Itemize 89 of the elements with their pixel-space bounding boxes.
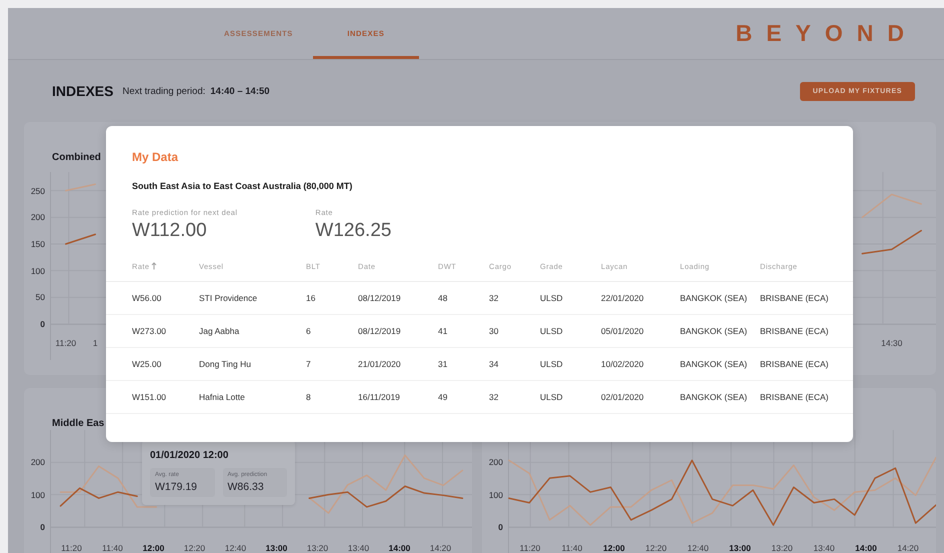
y-axis-label: 100 — [488, 490, 503, 500]
x-axis-label: 14:30 — [881, 338, 902, 348]
table-cell: 49 — [438, 392, 448, 402]
x-axis-label: 12:20 — [645, 543, 667, 553]
table-cell: 8 — [306, 392, 311, 402]
y-axis-label: 50 — [36, 292, 45, 302]
x-axis-label: 13:40 — [813, 543, 835, 553]
table-cell: ULSD — [540, 326, 563, 336]
page-title: INDEXES — [52, 83, 114, 99]
x-axis-label: 11:20 — [520, 543, 540, 553]
stat-value: W126.25 — [315, 220, 392, 242]
y-axis-label: 200 — [30, 212, 45, 222]
table-cell: 02/01/2020 — [601, 392, 644, 402]
x-axis-label: 13:20 — [306, 543, 328, 553]
y-axis-label: 200 — [488, 457, 503, 468]
table-cell: 08/12/2019 — [358, 293, 401, 303]
table-cell: 32 — [489, 293, 498, 303]
table-cell: BRISBANE (ECA) — [760, 326, 828, 336]
x-axis-label: 13:00 — [729, 543, 751, 553]
y-axis-label: 0 — [498, 522, 503, 532]
sort-arrow-icon — [151, 262, 158, 270]
table-cell: Hafnia Lotte — [199, 392, 245, 402]
table-cell: STI Providence — [199, 293, 258, 303]
y-axis-label: 100 — [30, 266, 45, 276]
x-axis-label: 11:20 — [55, 338, 76, 348]
table-cell: ULSD — [540, 359, 563, 369]
trading-period-label: Next trading period: — [122, 86, 206, 96]
x-axis-label: 12:40 — [687, 543, 709, 553]
chart-title: Middle Eas — [52, 418, 104, 429]
stat-value: W112.00 — [132, 220, 207, 242]
table-cell: BRISBANE (ECA) — [760, 293, 828, 303]
table-cell: BRISBANE (ECA) — [760, 359, 828, 369]
x-axis-label: 1 — [92, 338, 98, 348]
x-axis-label: 14:20 — [430, 543, 452, 553]
x-axis-label: 12:00 — [142, 543, 164, 553]
y-axis-label: 250 — [30, 186, 45, 196]
table-cell: ULSD — [540, 293, 563, 303]
x-axis-label: 12:00 — [603, 543, 625, 553]
table-cell: W273.00 — [132, 326, 166, 336]
table-cell: ULSD — [540, 392, 563, 402]
table-cell: 32 — [489, 392, 498, 402]
table-cell: BANGKOK (SEA) — [680, 359, 748, 369]
y-axis-label: 150 — [30, 238, 45, 249]
x-axis-label: 13:20 — [771, 543, 793, 553]
table-cell: BANGKOK (SEA) — [680, 392, 748, 402]
stat-value: W179.19 — [155, 481, 198, 493]
table-cell: BANGKOK (SEA) — [680, 293, 748, 303]
trading-period: 14:40 – 14:50 — [210, 86, 270, 96]
table-cell: BRISBANE (ECA) — [760, 392, 828, 402]
y-axis-label: 200 — [30, 457, 45, 468]
brand-logo: BEYOND — [736, 20, 918, 47]
x-axis-label: 12:20 — [184, 543, 206, 553]
table-cell: 31 — [438, 359, 448, 369]
route-title: South East Asia to East Coast Australia (80,000 MT) — [132, 181, 354, 191]
x-axis-label: 12:40 — [224, 543, 246, 553]
x-axis-label: 11:20 — [61, 543, 82, 553]
dialog-title: My Data — [132, 150, 180, 164]
y-axis-label: 100 — [30, 490, 45, 500]
table-cell: 30 — [489, 326, 498, 336]
table-cell: 08/12/2019 — [358, 326, 401, 336]
table-cell: W151.00 — [132, 392, 166, 402]
table-cell: 10/02/2020 — [601, 359, 644, 369]
table-cell: W56.00 — [132, 293, 162, 303]
x-axis-label: 11:40 — [102, 543, 123, 553]
x-axis-label: 11:40 — [562, 543, 582, 553]
table-cell: 6 — [306, 326, 311, 336]
table-cell: 7 — [306, 359, 311, 369]
x-axis-label: 14:00 — [855, 543, 877, 553]
x-axis-label: 14:20 — [897, 543, 919, 553]
x-axis-label: 13:00 — [266, 543, 288, 553]
stat-value: W86.33 — [228, 481, 264, 493]
x-axis-label: 14:00 — [388, 543, 410, 553]
y-axis-label: 0 — [40, 522, 45, 532]
table-cell: 05/01/2020 — [601, 326, 644, 336]
table-cell: 16/11/2019 — [358, 392, 400, 402]
table-cell: W25.00 — [132, 359, 162, 369]
table-cell: 41 — [438, 326, 448, 336]
table-cell: 22/01/2020 — [601, 293, 644, 303]
table-cell: 34 — [489, 359, 498, 369]
table-cell: Jag Aabha — [199, 326, 240, 336]
tooltip-title: 01/01/2020 12:00 — [150, 450, 230, 461]
y-axis-label: 0 — [40, 318, 45, 329]
x-axis-label: 13:40 — [348, 543, 370, 553]
table-cell: 21/01/2020 — [358, 359, 401, 369]
chart-title: Combined — [52, 152, 101, 163]
table-cell: Dong Ting Hu — [199, 359, 251, 369]
table-cell: 48 — [438, 293, 448, 303]
table-cell: 16 — [306, 293, 316, 303]
table-cell: BANGKOK (SEA) — [680, 326, 748, 336]
